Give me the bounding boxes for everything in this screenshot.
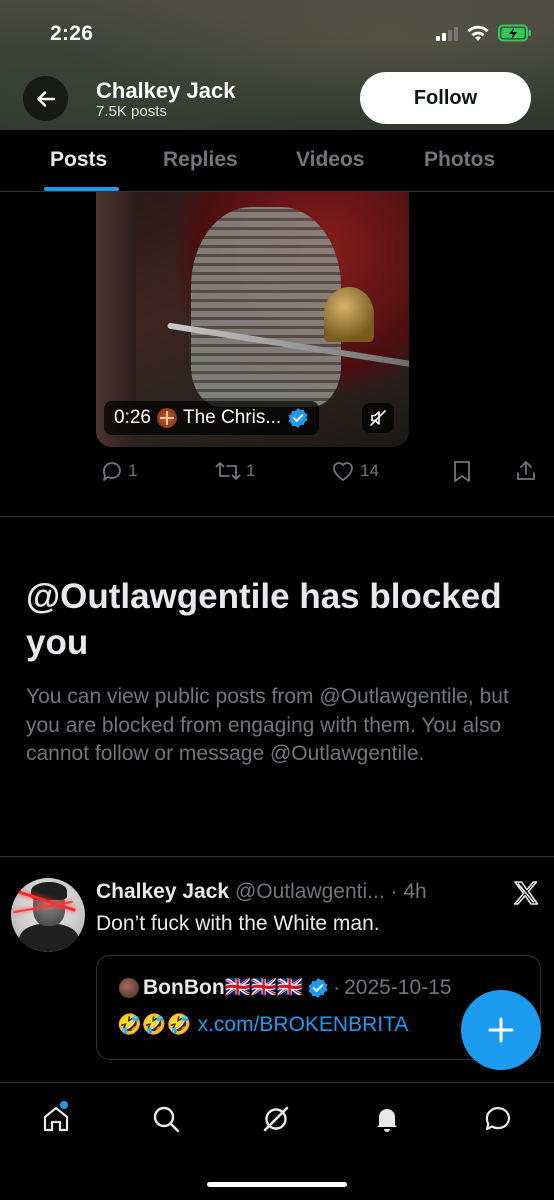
grok-icon	[263, 1106, 289, 1132]
nav-home[interactable]	[38, 1101, 74, 1137]
blocked-description: You can view public posts from @Outlawge…	[26, 685, 509, 765]
quoted-post-text: 🤣🤣🤣 x.com/BROKENBRITA	[117, 1012, 408, 1037]
search-icon	[153, 1106, 180, 1133]
speaker-muted-icon	[370, 410, 386, 426]
bookmark-icon	[454, 461, 470, 482]
post-separator: ·	[390, 880, 398, 903]
status-time: 2:26	[50, 22, 94, 45]
nav-messages[interactable]	[480, 1101, 516, 1137]
follow-button[interactable]: Follow	[360, 72, 531, 124]
home-icon	[43, 1106, 69, 1132]
heart-icon	[333, 462, 353, 481]
tab-posts[interactable]: Posts	[50, 148, 107, 172]
tab-replies[interactable]: Replies	[163, 148, 238, 172]
quoted-post-header: BonBon🇬🇧🇬🇧🇬🇧 · 2025-10-15	[119, 976, 452, 1000]
messages-icon	[485, 1107, 511, 1131]
profile-tabs: Posts Replies Videos Photos	[0, 130, 554, 192]
like-button[interactable]: 14	[330, 459, 379, 483]
x-logo-icon	[513, 881, 539, 905]
video-thumbnail[interactable]: 0:26 The Chris...	[96, 192, 409, 447]
divider	[0, 856, 554, 857]
compose-button[interactable]	[461, 990, 541, 1070]
quoted-separator: ·	[333, 976, 341, 999]
home-indicator	[207, 1182, 347, 1187]
video-info-bar: 0:26 The Chris...	[104, 401, 320, 435]
status-bar: 2:26	[0, 0, 554, 70]
avatar[interactable]	[11, 878, 85, 952]
quoted-post-date: 2025-10-15	[344, 976, 452, 999]
share-icon	[517, 461, 535, 480]
nav-search[interactable]	[148, 1101, 184, 1137]
back-button[interactable]	[23, 76, 68, 121]
bell-icon	[377, 1109, 397, 1132]
battery-charging-icon	[498, 24, 531, 42]
channel-avatar-icon	[156, 408, 177, 428]
reply-count: 1	[128, 461, 138, 480]
blocked-title: @Outlawgentile has blocked you	[26, 577, 502, 662]
divider	[0, 516, 554, 517]
tab-videos[interactable]: Videos	[296, 148, 364, 172]
repost-button[interactable]: 1	[214, 459, 255, 483]
mute-button[interactable]	[362, 403, 394, 433]
post-author-name[interactable]: Chalkey Jack	[96, 880, 229, 903]
verified-badge-icon	[308, 978, 328, 998]
profile-name: Chalkey Jack	[96, 78, 236, 103]
tab-photos[interactable]: Photos	[424, 148, 495, 172]
like-count: 14	[360, 461, 379, 480]
nav-grok[interactable]	[258, 1101, 294, 1137]
post-actions: 1 1 14	[96, 459, 546, 489]
cellular-signal-icon	[436, 25, 458, 41]
reply-button[interactable]: 1	[100, 459, 137, 483]
quoted-author-name: BonBon🇬🇧🇬🇧🇬🇧	[143, 976, 304, 999]
post-count: 7.5K posts	[96, 103, 167, 120]
profile-header: Chalkey Jack 7.5K posts Follow	[0, 70, 554, 130]
nav-notifications[interactable]	[369, 1101, 405, 1137]
reply-icon	[103, 462, 121, 481]
post-text: Don’t fuck with the White man.	[96, 912, 380, 935]
status-icons	[436, 24, 532, 42]
post-time[interactable]: 4h	[403, 880, 426, 903]
quoted-author-avatar	[119, 978, 139, 998]
profile-screen: 2:26 Chalkey Jack 7.5K posts Follow Post…	[0, 0, 554, 1200]
wifi-icon	[467, 25, 489, 41]
post-author-handle[interactable]: @Outlawgenti...	[235, 880, 385, 903]
notification-dot	[60, 1101, 68, 1109]
plus-icon	[488, 1017, 514, 1043]
repost-count: 1	[246, 461, 256, 480]
video-title: The Chris...	[182, 407, 282, 428]
share-button[interactable]	[514, 459, 538, 483]
bookmark-button[interactable]	[451, 459, 473, 483]
post-header: Chalkey Jack @Outlawgenti... · 4h	[96, 880, 427, 904]
verified-badge-icon	[288, 408, 308, 428]
arrow-left-icon	[36, 90, 55, 107]
quoted-emojis: 🤣🤣🤣	[117, 1014, 192, 1036]
video-duration: 0:26	[114, 407, 151, 428]
repost-icon	[215, 462, 241, 480]
quoted-link[interactable]: x.com/BROKENBRITA	[198, 1013, 409, 1036]
active-tab-indicator	[44, 187, 119, 191]
